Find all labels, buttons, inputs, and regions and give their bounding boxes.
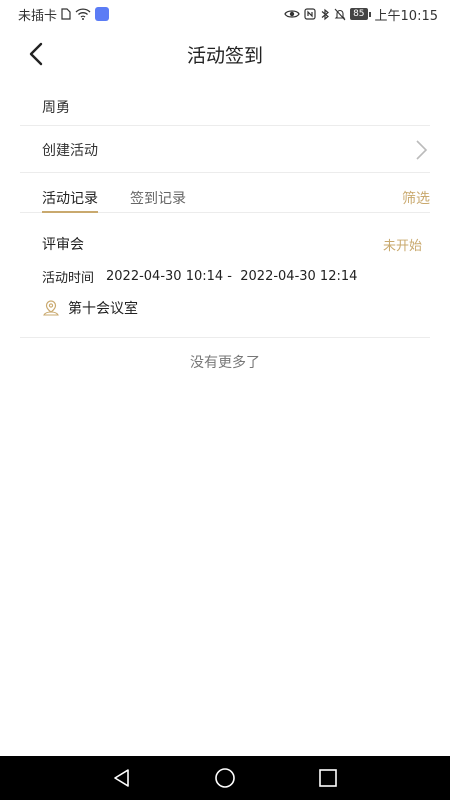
activity-title: 评审会 — [42, 237, 84, 253]
circle-home-icon — [215, 768, 235, 788]
activity-card-header: 评审会 未开始 — [42, 222, 422, 266]
create-activity-label: 创建活动 — [42, 143, 98, 159]
activity-time-label: 活动时间 — [42, 270, 95, 286]
status-right: 85 上午10:15 — [284, 5, 438, 24]
nav-back-button[interactable] — [110, 766, 134, 790]
system-nav-bar — [0, 756, 450, 800]
user-name-row: 周勇 — [20, 88, 430, 126]
mute-bell-icon — [334, 8, 346, 21]
status-bar: 未插卡 85 上午10:15 — [0, 0, 450, 28]
back-button[interactable] — [22, 40, 50, 68]
nfc-icon — [304, 8, 316, 20]
user-name: 周勇 — [42, 99, 70, 116]
activity-card[interactable]: 评审会 未开始 活动时间 2022-04-30 10:14 - 2022-04-… — [20, 222, 430, 338]
nav-home-button[interactable] — [213, 766, 237, 790]
triangle-back-icon — [113, 769, 129, 787]
square-recents-icon — [319, 769, 338, 787]
back-arrow-icon — [29, 42, 43, 66]
battery-indicator: 85 — [350, 8, 371, 20]
activity-location: 第十会议室 — [68, 301, 138, 317]
activity-time-row: 活动时间 2022-04-30 10:14 - 2022-04-30 12:14 — [42, 266, 422, 286]
list-end-text: 没有更多了 — [190, 355, 260, 371]
tab-checkin-records[interactable]: 签到记录 — [130, 180, 186, 213]
wifi-icon — [75, 8, 91, 20]
clock-text: 上午10:15 — [374, 8, 438, 24]
bluetooth-icon — [320, 8, 330, 21]
sim-icon — [61, 8, 71, 20]
chevron-right-icon — [416, 140, 428, 160]
battery-tip — [368, 11, 371, 17]
page-header: 活动签到 — [0, 28, 450, 80]
activity-location-row: 第十会议室 — [42, 298, 422, 318]
page-title: 活动签到 — [186, 44, 263, 67]
location-pin-icon — [42, 299, 60, 317]
status-left: 未插卡 — [18, 5, 110, 24]
nav-recents-button[interactable] — [316, 766, 340, 790]
tab-activity-records[interactable]: 活动记录 — [42, 180, 98, 213]
battery-level: 85 — [350, 8, 368, 20]
record-tabs: 活动记录 签到记录 筛选 — [20, 180, 430, 213]
activity-status-badge: 未开始 — [382, 238, 422, 254]
create-activity-row[interactable]: 创建活动 — [20, 128, 430, 173]
filter-button[interactable]: 筛选 — [402, 180, 430, 208]
activity-time-range: 2022-04-30 10:14 - 2022-04-30 12:14 — [106, 268, 358, 284]
carrier-text: 未插卡 — [18, 8, 58, 24]
eye-icon — [284, 8, 300, 20]
app-notification-icon — [95, 7, 110, 21]
